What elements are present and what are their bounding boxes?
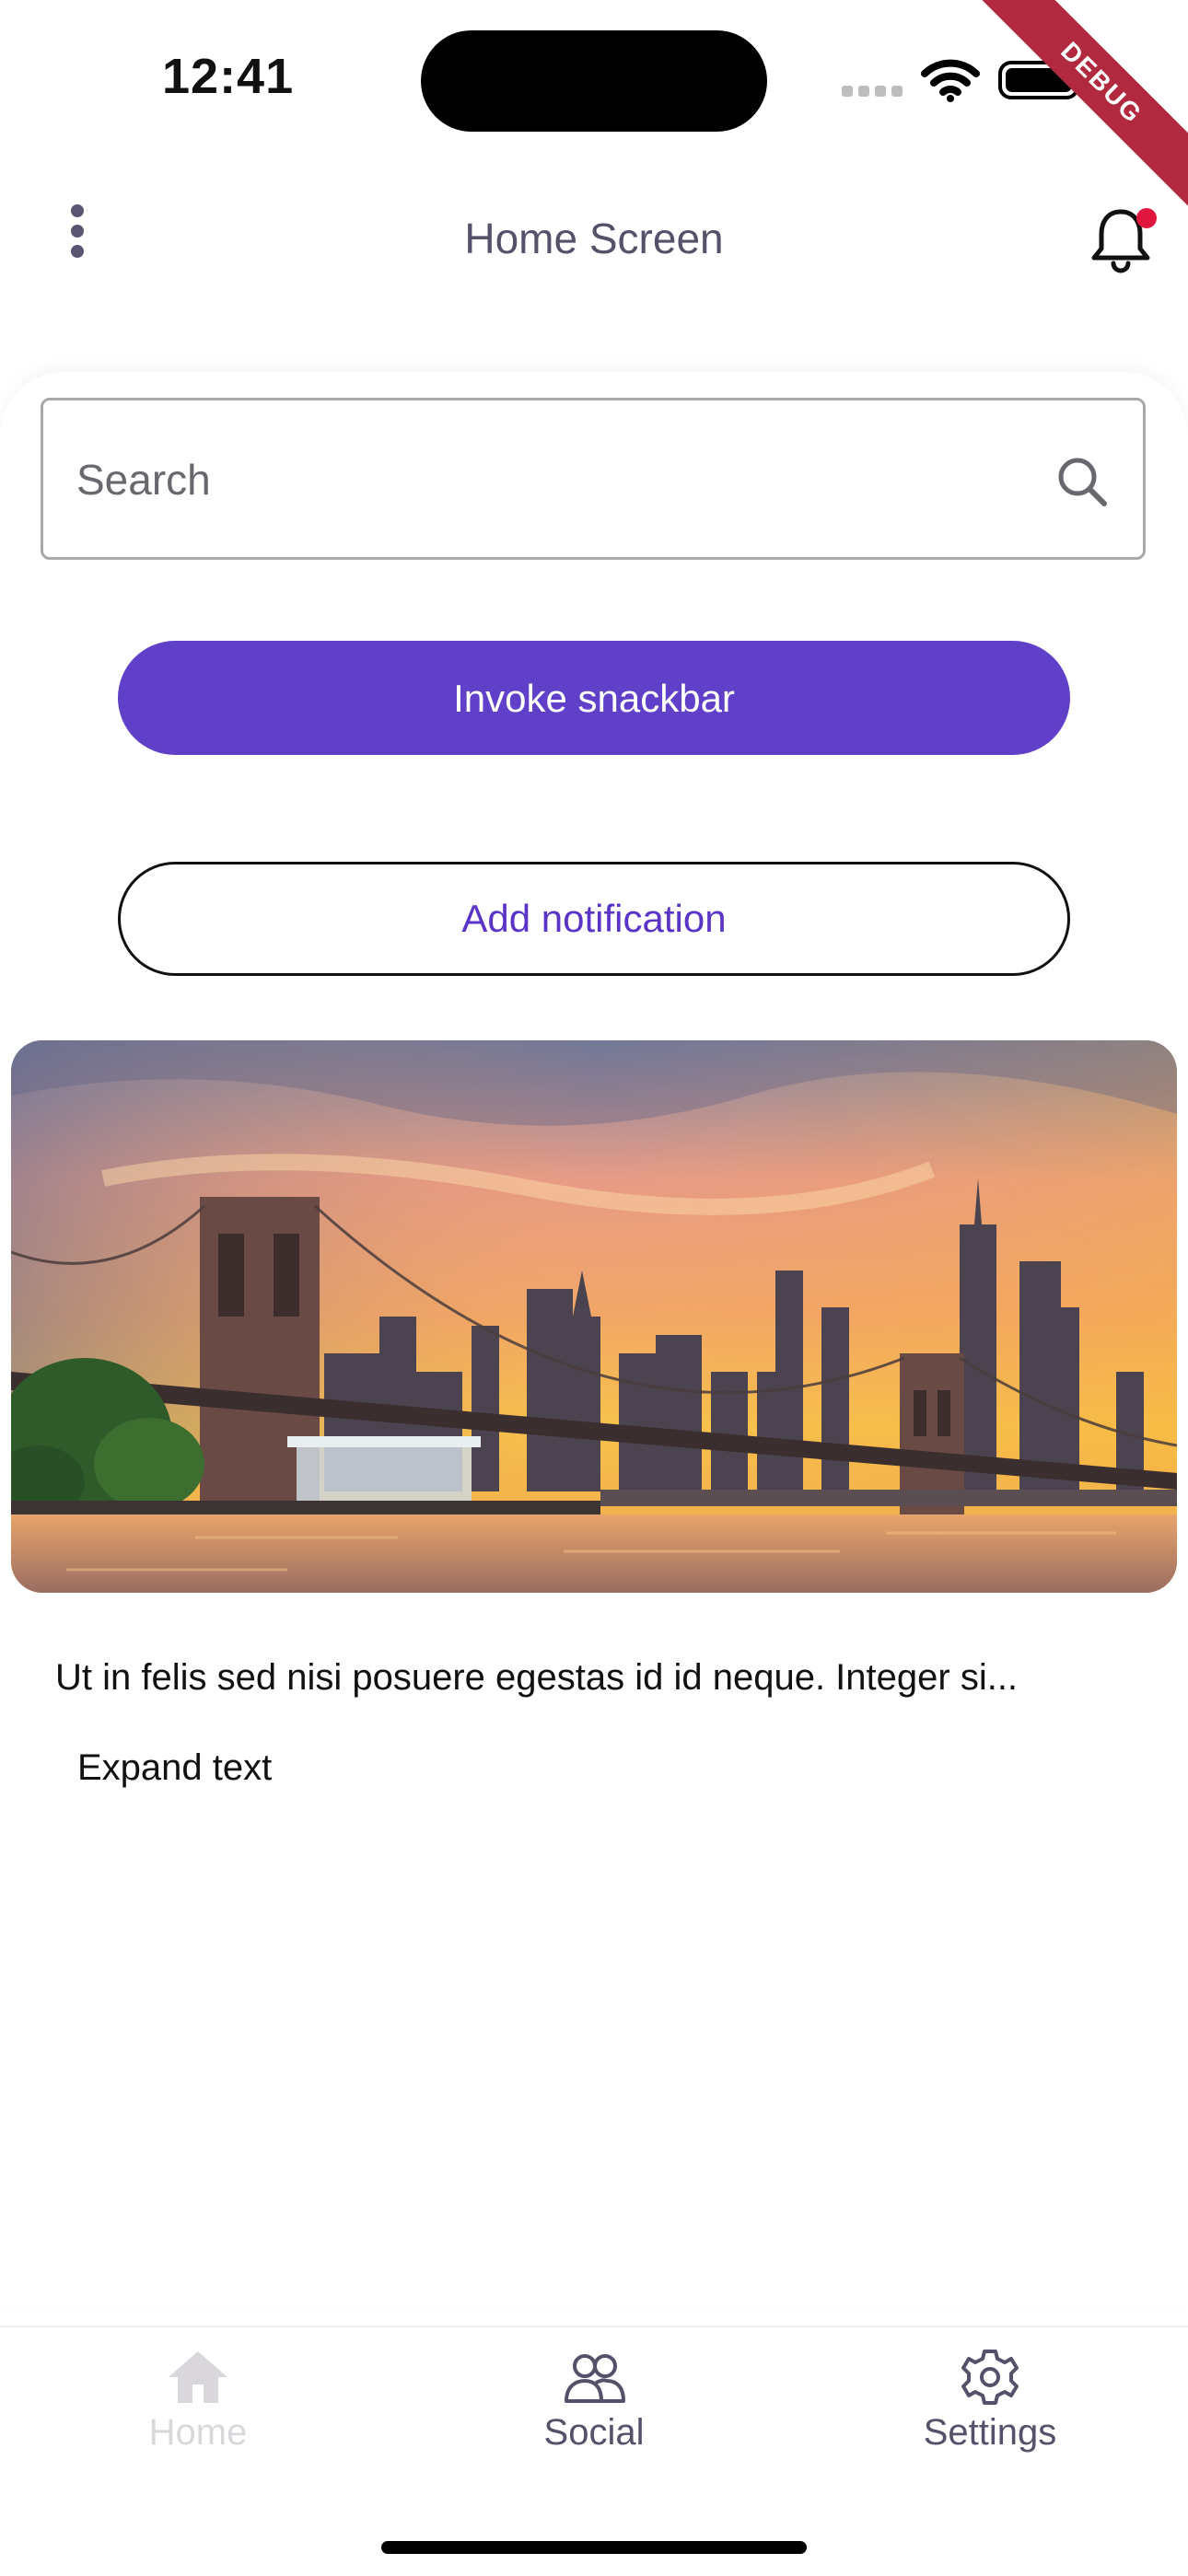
city-skyline-image [11,1040,1177,1593]
expand-text-button[interactable]: Expand text [77,1747,272,1789]
cellular-signal-icon [842,85,908,101]
home-icon [60,2348,336,2407]
nav-label-social: Social [543,2412,645,2453]
invoke-snackbar-button[interactable]: Invoke snackbar [118,641,1070,755]
search-input[interactable] [75,400,999,559]
wifi-icon [921,57,980,108]
dynamic-island [421,30,767,132]
gear-icon [852,2348,1128,2407]
search-icon[interactable] [1054,454,1110,514]
status-time: 12:41 [162,49,295,104]
nav-item-social[interactable]: Social [456,2348,732,2454]
search-field[interactable] [41,398,1146,560]
debug-banner: DEBUG [946,0,1188,238]
home-indicator[interactable] [381,2541,807,2554]
notification-badge [1136,208,1157,228]
page-title: Home Screen [464,215,724,262]
bottom-navigation: Home Social Settings [0,2326,1188,2576]
nav-item-settings[interactable]: Settings [852,2348,1128,2454]
body-text: Ut in felis sed nisi posuere egestas id … [55,1657,1019,1698]
add-notification-button[interactable]: Add notification [118,862,1070,976]
nav-label-settings: Settings [923,2412,1057,2453]
nav-item-home[interactable]: Home [60,2348,336,2454]
nav-label-home: Home [148,2412,248,2453]
people-icon [456,2348,732,2407]
